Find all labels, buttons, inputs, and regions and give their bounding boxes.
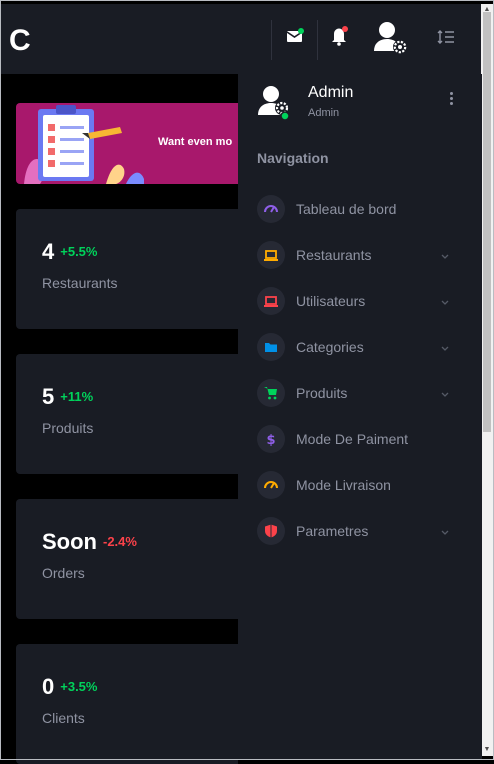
navbar-divider (271, 20, 272, 60)
profile-more-icon[interactable] (450, 92, 454, 107)
stat-label: Orders (42, 565, 85, 581)
chevron-down-icon[interactable] (440, 386, 450, 404)
nav-item-restaurants[interactable]: Restaurants (238, 232, 482, 278)
chevron-down-icon[interactable] (440, 248, 450, 266)
profile-role: Admin (308, 107, 340, 119)
nav-item-tableau-de-bord[interactable]: Tableau de bord (238, 186, 482, 232)
nav-item-parametres[interactable]: Parametres (238, 508, 482, 554)
stat-card-produits: 5 +11% Produits (16, 354, 238, 474)
cart-icon (257, 379, 285, 407)
profile-name: Admin (308, 84, 354, 101)
speedometer-icon (257, 195, 285, 223)
messages-icon[interactable] (286, 28, 304, 49)
user-settings-icon[interactable] (373, 20, 409, 61)
brand-logo[interactable]: C (9, 26, 31, 56)
stat-card-clients: 0 +3.5% Clients (16, 644, 238, 764)
stat-change: +3.5% (60, 678, 98, 694)
nav-item-mode-de-paiment[interactable]: $ Mode De Paiment (238, 416, 482, 462)
stat-change: +11% (60, 388, 94, 404)
nav-label: Mode De Paiment (296, 431, 409, 447)
stat-change: -2.4% (103, 533, 137, 549)
promo-banner[interactable]: Want even mo (16, 103, 238, 184)
speedometer-icon (257, 471, 285, 499)
nav-item-utilisateurs[interactable]: Utilisateurs (238, 278, 482, 324)
nav-label: Restaurants (296, 247, 372, 263)
folder-icon (257, 333, 285, 361)
stat-card-restaurants: 4 +5.5% Restaurants (16, 209, 238, 329)
stat-change: +5.5% (60, 243, 98, 259)
nav-label: Tableau de bord (296, 201, 397, 217)
stat-value: Soon (42, 529, 97, 554)
stat-value-row: 4 +5.5% (42, 239, 97, 265)
clipboard-illustration-icon (16, 103, 156, 184)
nav-item-mode-livraison[interactable]: Mode Livraison (238, 462, 482, 508)
stat-value-row: Soon -2.4% (42, 529, 137, 555)
nav-label: Categories (296, 339, 364, 355)
nav-label: Utilisateurs (296, 293, 366, 309)
nav-category-title: Navigation (257, 150, 329, 166)
chevron-down-icon[interactable] (440, 294, 450, 312)
profile-avatar-icon[interactable] (257, 84, 293, 125)
nav-item-categories[interactable]: Categories (238, 324, 482, 370)
stat-value: 5 (42, 384, 55, 409)
scroll-down-arrow-icon[interactable]: ▼ (483, 746, 491, 754)
stat-label: Clients (42, 710, 85, 726)
sort-menu-icon[interactable] (437, 30, 455, 49)
scrollbar-thumb[interactable] (483, 12, 491, 432)
svg-text:$: $ (266, 433, 275, 446)
shield-icon (257, 517, 285, 545)
sidebar: Admin Admin Navigation Tableau de bord R… (238, 74, 482, 760)
stat-value: 4 (42, 239, 55, 264)
laptop-icon (257, 241, 285, 269)
chevron-down-icon[interactable] (440, 340, 450, 358)
stat-value-row: 5 +11% (42, 384, 93, 410)
banner-text: Want even mo (158, 136, 233, 148)
top-navbar: C (1, 4, 482, 74)
notifications-bell-icon[interactable] (331, 26, 349, 51)
dollar-icon: $ (257, 425, 285, 453)
nav-label: Mode Livraison (296, 477, 391, 493)
navbar-divider (317, 20, 318, 60)
laptop-icon (257, 287, 285, 315)
nav-label: Produits (296, 385, 348, 401)
chevron-down-icon[interactable] (440, 524, 450, 542)
stat-value-row: 0 +3.5% (42, 674, 97, 700)
nav-label: Parametres (296, 523, 369, 539)
stat-label: Restaurants (42, 275, 118, 291)
nav-item-produits[interactable]: Produits (238, 370, 482, 416)
stat-value: 0 (42, 674, 55, 699)
stat-label: Produits (42, 420, 94, 436)
stat-card-orders: Soon -2.4% Orders (16, 499, 238, 619)
